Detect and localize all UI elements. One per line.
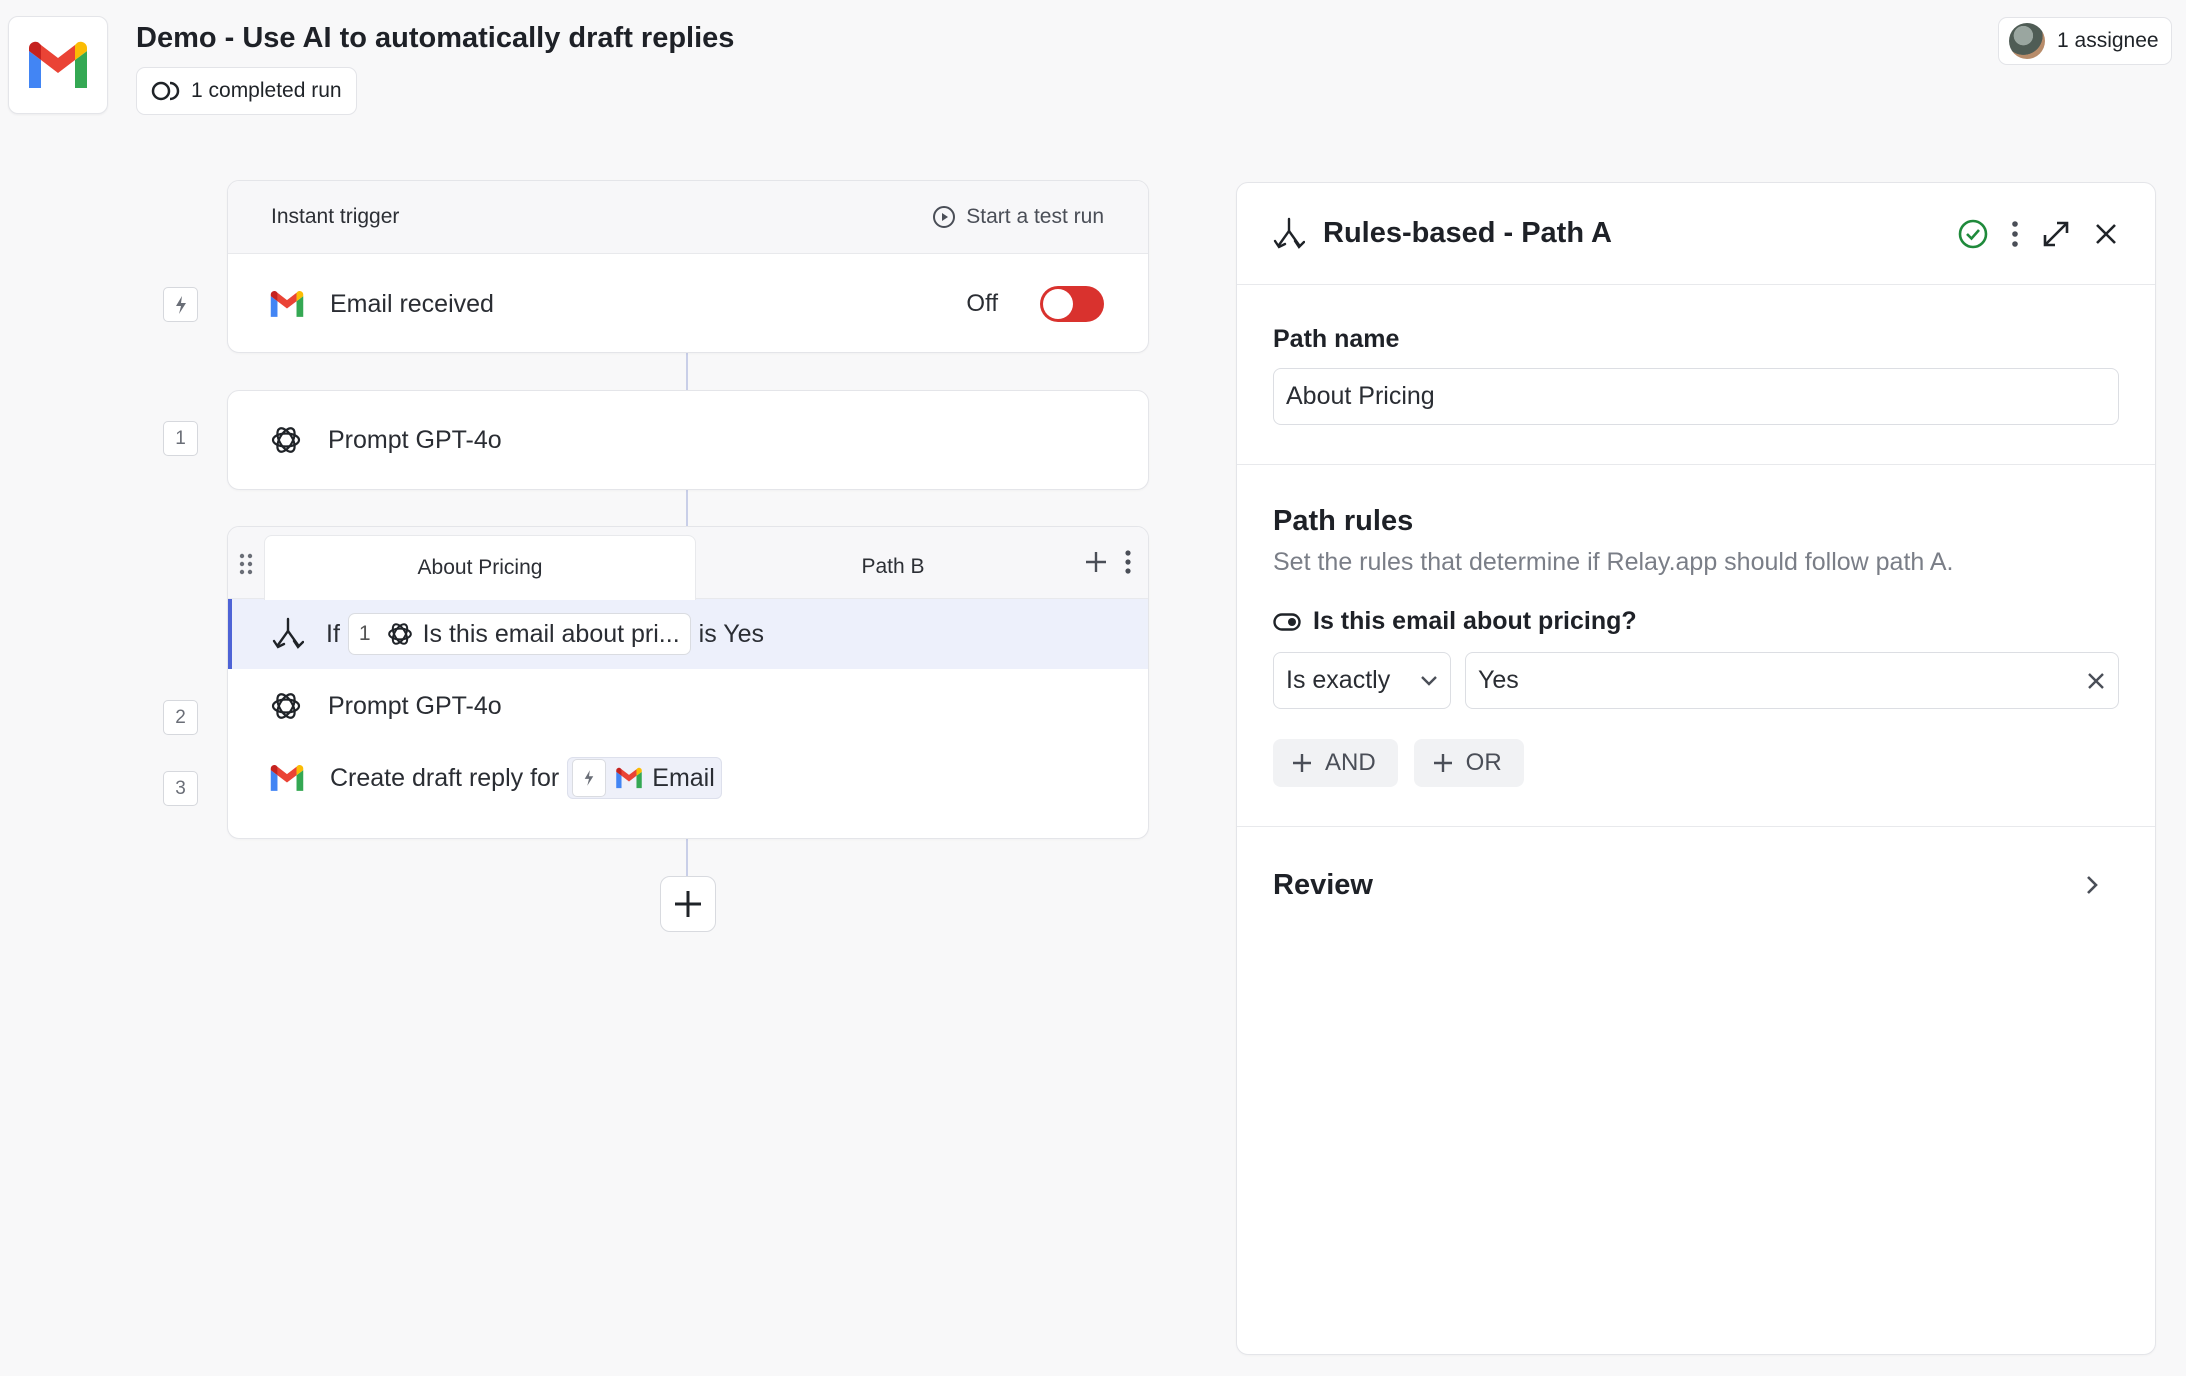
step-label: Create draft reply for <box>330 763 560 792</box>
step-number-badge: 2 <box>163 700 198 735</box>
test-run-label: Start a test run <box>966 205 1104 228</box>
runs-icon <box>151 81 180 101</box>
step-row-prompt-gpt[interactable]: Prompt GPT-4o <box>228 670 1148 742</box>
runs-label: 1 completed run <box>191 79 342 102</box>
gmail-icon <box>270 291 304 317</box>
assignee-label: 1 assignee <box>2057 29 2159 52</box>
path-settings-panel: Rules-based - Path A Path name About Pri… <box>1236 182 2156 1355</box>
add-and-button[interactable]: AND <box>1273 739 1398 787</box>
path-name-label: Path name <box>1273 325 1400 353</box>
clear-icon[interactable] <box>2086 671 2106 691</box>
connector-line <box>686 353 688 390</box>
path-rules-description: Set the rules that determine if Relay.ap… <box>1273 548 1954 576</box>
variable-pill[interactable]: 1 Is this email about pri... <box>347 613 691 655</box>
trigger-toggle[interactable] <box>1040 286 1104 322</box>
bolt-icon <box>584 770 594 786</box>
trigger-type-label: Instant trigger <box>271 205 400 228</box>
paths-tab-bar: About Pricing Path B <box>228 527 1148 600</box>
step-row-create-draft[interactable]: Create draft reply for Email <box>228 742 1148 814</box>
toggle-knob <box>1043 289 1073 319</box>
email-variable-pill[interactable]: Email <box>567 757 722 799</box>
drag-handle-icon[interactable] <box>238 553 254 575</box>
panel-title: Rules-based - Path A <box>1323 217 1612 249</box>
plus-icon <box>1433 754 1452 772</box>
path-name-section: Path name About Pricing <box>1237 285 2155 465</box>
branch-icon <box>272 617 304 649</box>
operator-value: Is exactly <box>1286 666 1391 694</box>
and-label: AND <box>1325 749 1376 776</box>
path-condition-row[interactable]: If 1 Is this email about pri... is Yes <box>228 599 1148 669</box>
add-or-button[interactable]: OR <box>1413 739 1524 787</box>
more-vertical-icon[interactable] <box>1124 549 1132 575</box>
rule-value: Yes <box>1478 666 1519 694</box>
gmail-icon <box>29 41 87 88</box>
tab-path-b[interactable]: Path B <box>698 535 1088 599</box>
completed-runs-badge[interactable]: 1 completed run <box>136 67 357 115</box>
paths-card: About Pricing Path B If 1 Is this email … <box>227 526 1149 839</box>
plus-icon <box>675 891 701 917</box>
openai-icon <box>387 623 412 645</box>
connector-line <box>686 839 688 876</box>
panel-header: Rules-based - Path A <box>1237 183 2155 285</box>
path-name-input[interactable]: About Pricing <box>1273 368 2119 425</box>
pill-text: Is this email about pri... <box>422 619 680 648</box>
expand-icon[interactable] <box>2041 219 2071 249</box>
rule-field-text: Is this email about pricing? <box>1313 607 1637 635</box>
review-title: Review <box>1273 868 1373 901</box>
add-step-button[interactable] <box>660 876 716 932</box>
chevron-down-icon <box>1421 675 1437 686</box>
step-label: Prompt GPT-4o <box>328 691 502 720</box>
path-rules-title: Path rules <box>1273 505 1414 537</box>
trigger-bolt-badge <box>163 287 198 322</box>
step-number-badge: 3 <box>163 771 198 806</box>
trigger-status-label: Off <box>966 290 998 317</box>
start-test-run-button[interactable]: Start a test run <box>932 205 1104 229</box>
bolt-badge <box>572 759 607 797</box>
bolt-icon <box>175 295 186 314</box>
condition-suffix: is Yes <box>698 619 764 648</box>
check-circle-icon <box>1958 219 1988 248</box>
openai-icon <box>271 427 301 453</box>
assignee-button[interactable]: 1 assignee <box>1998 17 2172 65</box>
avatar <box>2009 23 2045 59</box>
connector-line <box>686 490 688 526</box>
gmail-icon <box>270 765 304 791</box>
operator-select[interactable]: Is exactly <box>1273 652 1451 709</box>
tab-about-pricing[interactable]: About Pricing <box>264 535 696 600</box>
chevron-right-icon <box>2087 876 2098 894</box>
pill-step-number: 1 <box>358 622 371 645</box>
review-section[interactable]: Review <box>1237 827 2155 943</box>
gmail-icon <box>616 767 643 789</box>
if-label: If <box>326 619 340 648</box>
path-rules-section: Path rules Set the rules that determine … <box>1237 465 2155 827</box>
trigger-step-label: Email received <box>330 289 494 318</box>
app-logo <box>8 16 108 114</box>
branch-icon <box>1273 217 1305 249</box>
toggle-field-icon <box>1273 612 1301 631</box>
plus-icon <box>1293 754 1311 772</box>
openai-icon <box>271 693 301 719</box>
close-icon[interactable] <box>2093 221 2119 247</box>
rule-value-input[interactable]: Yes <box>1465 652 2119 709</box>
more-vertical-icon[interactable] <box>2011 220 2019 248</box>
pill-text: Email <box>652 763 715 792</box>
trigger-header: Instant trigger Start a test run <box>228 181 1148 254</box>
step-number-badge: 1 <box>163 421 198 456</box>
play-circle-icon <box>933 206 956 228</box>
trigger-card[interactable]: Instant trigger Start a test run Email r… <box>227 180 1149 353</box>
step-label: Prompt GPT-4o <box>328 425 502 454</box>
add-path-icon[interactable] <box>1083 549 1109 575</box>
or-label: OR <box>1465 749 1502 776</box>
rule-field-label: Is this email about pricing? <box>1273 607 2119 636</box>
workflow-title[interactable]: Demo - Use AI to automatically draft rep… <box>136 22 734 55</box>
step-card-prompt-gpt[interactable]: Prompt GPT-4o <box>227 390 1149 490</box>
